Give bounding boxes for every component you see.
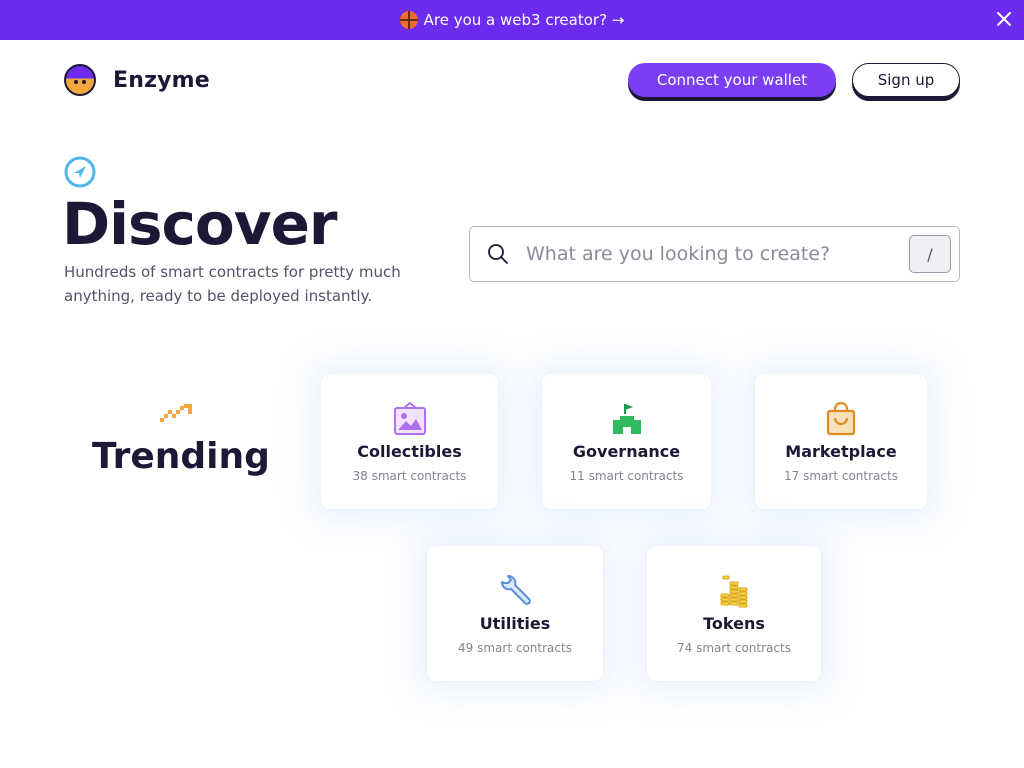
card-count: 17 smart contracts bbox=[784, 469, 898, 483]
close-icon[interactable] bbox=[994, 9, 1014, 29]
banner-text[interactable]: Are you a web3 creator? → bbox=[424, 11, 625, 29]
category-card-governance[interactable]: Governance 11 smart contracts bbox=[541, 373, 712, 510]
card-title: Tokens bbox=[703, 614, 765, 633]
search-icon bbox=[488, 244, 508, 264]
category-card-utilities[interactable]: Utilities 49 smart contracts bbox=[426, 545, 604, 682]
subtitle-line-2: anything, ready to be deployed instantly… bbox=[64, 287, 373, 305]
coin-stacks-icon bbox=[720, 575, 748, 608]
brand[interactable]: Enzyme bbox=[64, 64, 210, 96]
enzyme-logo-icon bbox=[64, 64, 96, 96]
category-card-tokens[interactable]: Tokens 74 smart contracts bbox=[646, 545, 822, 682]
card-title: Governance bbox=[572, 442, 681, 461]
card-count: 38 smart contracts bbox=[352, 469, 467, 483]
card-title: Marketplace bbox=[785, 442, 897, 461]
shopping-bag-icon bbox=[826, 402, 856, 436]
card-count: 49 smart contracts bbox=[458, 641, 572, 655]
compass-icon bbox=[64, 156, 96, 188]
picture-frame-icon bbox=[393, 402, 426, 435]
card-title: Utilities bbox=[479, 614, 551, 633]
sign-up-button[interactable]: Sign up bbox=[852, 63, 960, 97]
search-box[interactable]: / bbox=[469, 226, 960, 282]
page-title: Discover bbox=[62, 190, 338, 258]
card-title: Collectibles bbox=[357, 442, 462, 461]
basketball-icon bbox=[399, 11, 418, 29]
wrench-icon bbox=[501, 575, 531, 605]
announcement-banner[interactable]: Are you a web3 creator? → bbox=[0, 0, 1024, 40]
trending-heading: Trending bbox=[92, 436, 270, 477]
page-subtitle: Hundreds of smart contracts for pretty m… bbox=[64, 260, 404, 308]
search-input[interactable] bbox=[524, 242, 888, 266]
castle-flag-icon bbox=[612, 404, 641, 434]
trending-arrow-icon bbox=[160, 404, 192, 422]
brand-name: Enzyme bbox=[113, 67, 210, 93]
category-card-marketplace[interactable]: Marketplace 17 smart contracts bbox=[754, 373, 928, 510]
connect-wallet-button[interactable]: Connect your wallet bbox=[628, 63, 836, 97]
card-count: 74 smart contracts bbox=[677, 641, 791, 655]
subtitle-line-1: Hundreds of smart contracts for pretty m… bbox=[64, 263, 401, 281]
search-shortcut-key: / bbox=[909, 235, 951, 273]
category-card-collectibles[interactable]: Collectibles 38 smart contracts bbox=[320, 373, 499, 510]
card-count: 11 smart contracts bbox=[569, 469, 684, 483]
